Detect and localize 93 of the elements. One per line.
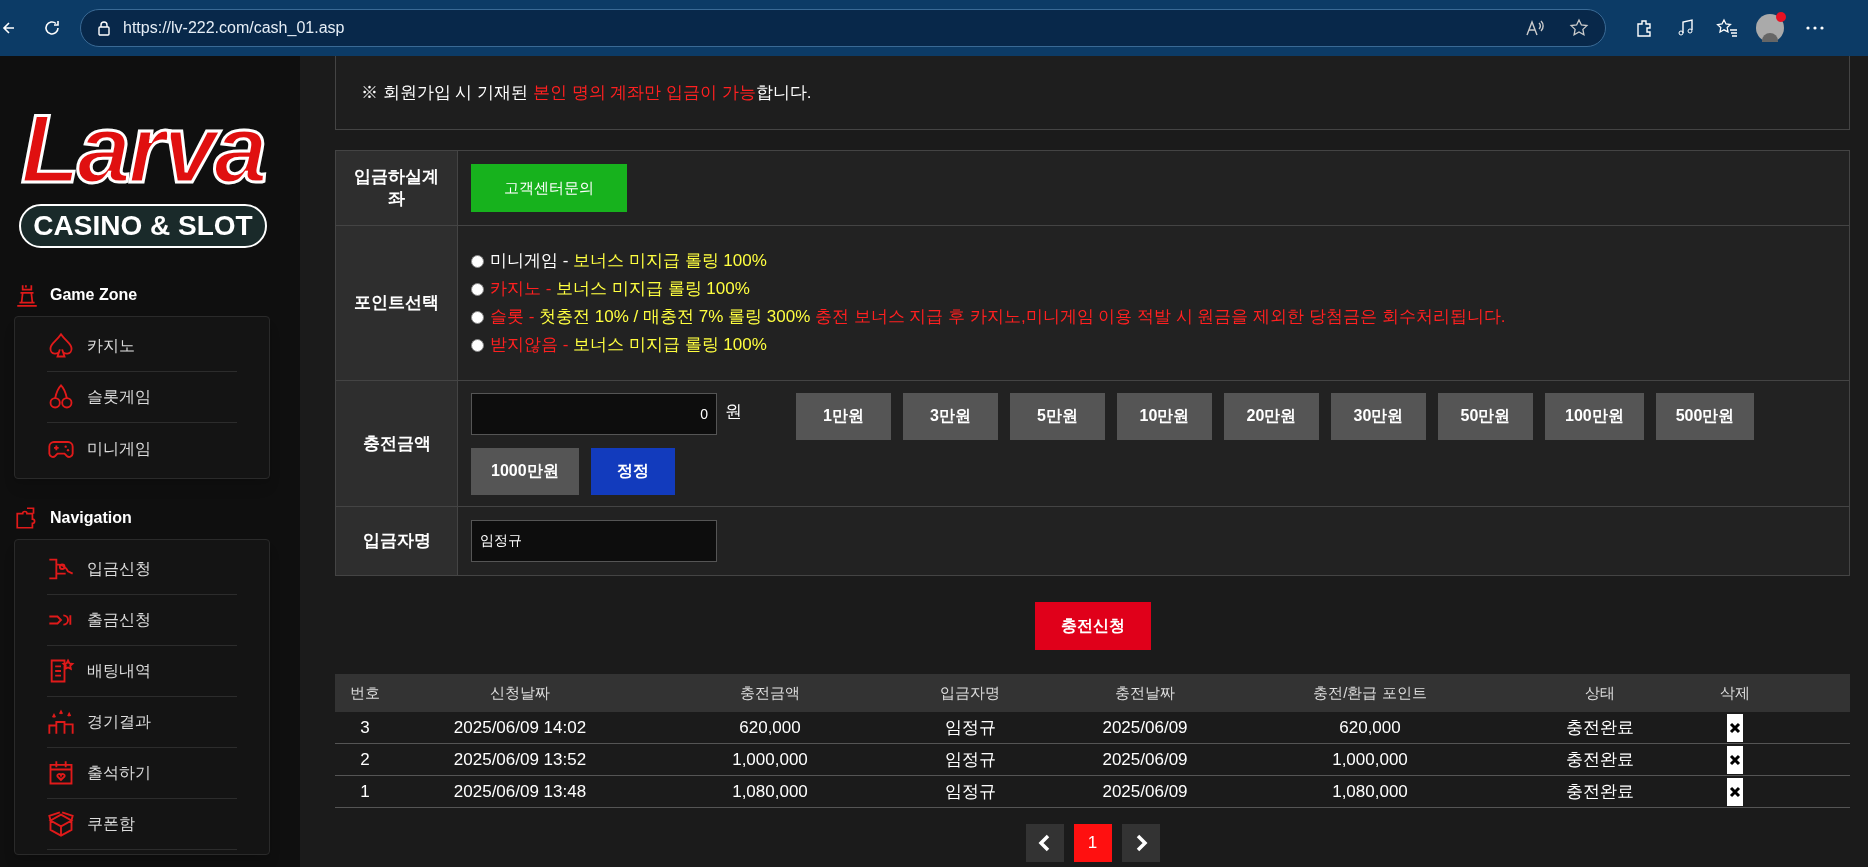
table-cell-text: 1,000,000: [731, 748, 809, 771]
address-bar[interactable]: https://lv-222.com/cash_01.asp: [80, 9, 1606, 47]
back-icon[interactable]: [2, 20, 16, 36]
table-cell-text: 1,080,000: [731, 780, 809, 803]
table-cell-text: 2: [359, 748, 371, 771]
field-label: 충전금액: [362, 432, 431, 455]
spade-icon: [47, 332, 75, 360]
url-text: https://lv-222.com/cash_01.asp: [123, 18, 345, 38]
column-header: 충전/환급 포인트: [1312, 682, 1428, 703]
menu-item[interactable]: 배팅내역: [47, 646, 237, 697]
amount-preset-button[interactable]: 1만원: [796, 392, 891, 440]
submit-button[interactable]: 충전신청: [1034, 602, 1151, 650]
table-cell-text: 2025/06/09: [1101, 716, 1189, 739]
table-cell-text: 620,000: [738, 716, 802, 739]
column-header: 번호: [349, 682, 381, 703]
radio-button[interactable]: [471, 310, 484, 324]
menu-item[interactable]: 출금신청: [47, 595, 237, 646]
column-header: 입금자명: [939, 682, 1001, 703]
radio-button[interactable]: [471, 282, 484, 296]
amount-preset-button[interactable]: 100만원: [1545, 392, 1644, 440]
delete-icon[interactable]: [1727, 777, 1743, 806]
delete-icon[interactable]: [1727, 745, 1743, 774]
amount-field[interactable]: 0: [471, 392, 717, 435]
table-cell-text: 충전완료: [1565, 748, 1635, 771]
menu-item[interactable]: 출석하기: [47, 748, 237, 799]
amount-preset-button[interactable]: 3만원: [903, 392, 998, 440]
unit-label: 원: [725, 400, 742, 423]
table-cell-text: 임정규: [943, 780, 997, 803]
reset-button[interactable]: 정정: [590, 447, 675, 495]
previous-page-icon[interactable]: [1025, 824, 1064, 862]
field-label: 입금자명: [362, 530, 431, 552]
amount-preset-button[interactable]: 5만원: [1010, 392, 1105, 440]
notice-text: ※ 회원가입 시 기재된 본인 명의 계좌만 입금이 가능합니다.: [361, 81, 812, 104]
favorites-icon[interactable]: [1716, 18, 1738, 38]
table-cell-text: 충전완료: [1565, 780, 1635, 803]
table-cell-text: 2025/06/09 14:02: [452, 716, 588, 739]
table-cell-text: 2025/06/09 13:52: [452, 748, 588, 771]
option-text: 카지노 - 보너스 미지급 롤링 100%: [490, 278, 750, 300]
field-label: 포인트선택: [354, 292, 439, 314]
section-title: Game Zone: [50, 285, 138, 305]
music-icon[interactable]: [1676, 18, 1696, 38]
cherries-icon: [47, 383, 75, 411]
amount-preset-button[interactable]: 1000만원: [471, 447, 579, 495]
table-cell-text: 임정규: [943, 748, 997, 771]
logo[interactable]: Larva CASINO & SLOT: [18, 94, 268, 248]
column-header: 충전금액: [739, 682, 801, 703]
table-cell-text: 2025/06/09: [1101, 780, 1189, 803]
page-button[interactable]: 1: [1073, 824, 1112, 862]
chess-piece-icon: [14, 282, 40, 308]
more-icon[interactable]: [1806, 25, 1824, 31]
option-text: 슬롯 - 첫충전 10% / 매충전 7% 롤링 300% 충전 보너스 지급 후 카지노,미니게임 이용 적발 시 원금을 제외한 당첨금은 회수처리됩니다.: [490, 306, 1506, 328]
profile-avatar[interactable]: [1756, 14, 1784, 42]
table-cell-text: 1,080,000: [1331, 780, 1409, 803]
amount-preset-button[interactable]: 20만원: [1224, 392, 1319, 440]
table-cell-text: 임정규: [943, 716, 997, 739]
amount-preset-button[interactable]: 500만원: [1655, 392, 1755, 440]
menu-item[interactable]: 경기결과: [47, 697, 237, 748]
table-cell-text: 1: [359, 780, 371, 803]
menu-item[interactable]: 슬롯게임: [47, 372, 237, 423]
column-header: 상태: [1584, 682, 1616, 703]
table-cell-text: 3: [359, 716, 371, 739]
menu-item[interactable]: 카지노: [47, 321, 237, 372]
depositor-field[interactable]: 임정규: [471, 520, 717, 562]
amount-preset-button[interactable]: 50만원: [1438, 392, 1533, 440]
star-icon[interactable]: [1569, 18, 1589, 38]
calendar-heart-icon: [47, 759, 75, 787]
table-cell-text: 2025/06/09: [1101, 748, 1189, 771]
read-aloud-icon[interactable]: [1525, 19, 1545, 37]
column-header: 신청날짜: [489, 682, 551, 703]
table-cell-text: 620,000: [1338, 716, 1402, 739]
option-text: 미니게임 - 보너스 미지급 롤링 100%: [490, 250, 767, 272]
menu-item[interactable]: 쿠폰함: [47, 799, 237, 850]
amount-preset-button[interactable]: 30만원: [1331, 392, 1426, 440]
gift-box-icon: [47, 810, 75, 838]
refresh-icon[interactable]: [42, 18, 62, 38]
amount-preset-button[interactable]: 10만원: [1117, 392, 1212, 440]
table-cell-text: 충전완료: [1565, 716, 1635, 739]
next-page-icon[interactable]: [1121, 824, 1160, 862]
menu-item[interactable]: 입금신청: [47, 544, 237, 595]
section-title: Navigation: [50, 508, 132, 528]
lock-icon: [97, 20, 111, 36]
radio-button[interactable]: [471, 254, 484, 268]
option-text: 받지않음 - 보너스 미지급 롤링 100%: [490, 334, 767, 356]
extensions-icon[interactable]: [1634, 18, 1654, 38]
table-cell-text: 1,000,000: [1331, 748, 1409, 771]
podium-stars-icon: [47, 708, 75, 736]
field-label: 입금하실계좌: [353, 166, 440, 210]
column-header: 삭제: [1719, 682, 1751, 703]
menu-item[interactable]: 미니게임: [47, 423, 237, 474]
radio-button[interactable]: [471, 338, 484, 352]
delete-icon[interactable]: [1727, 713, 1743, 742]
table-cell-text: 2025/06/09 13:48: [452, 780, 588, 803]
column-header: 충전날짜: [1114, 682, 1176, 703]
